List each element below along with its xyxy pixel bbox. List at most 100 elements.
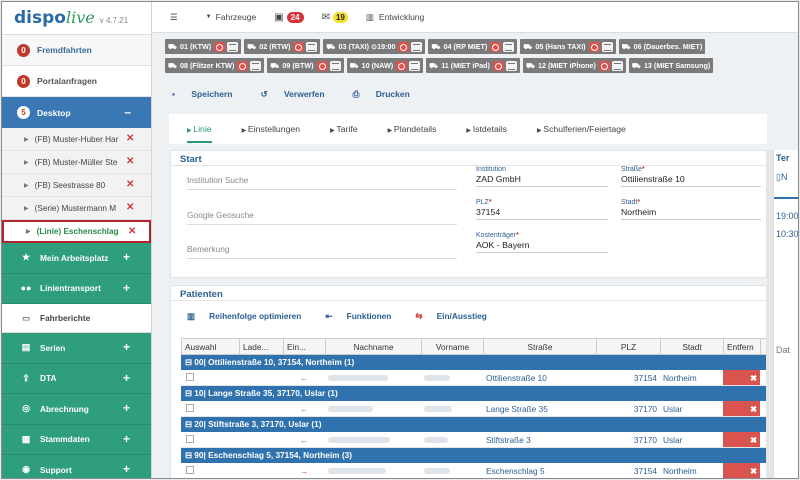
street-field[interactable]: Straße* Ottilienstraße 10 — [621, 166, 761, 187]
close-icon[interactable]: ✕ — [126, 134, 134, 144]
group-row[interactable]: ⊟ 20| Stiftstraße 3, 37170, Uslar (1) — [181, 417, 766, 432]
close-icon[interactable]: ✕ — [126, 203, 134, 213]
block-icon[interactable] — [588, 41, 600, 52]
vehicle-chip[interactable]: ⛟ 01 (KTW) — [165, 39, 242, 54]
column-header[interactable]: PLZ — [597, 339, 661, 354]
institution-search-input[interactable]: Institution Suche — [187, 175, 457, 190]
nav-fahrberichte[interactable]: ▭ Fahrberichte — [2, 304, 151, 333]
vehicle-chip[interactable]: ⛟ 08 (Flitzer KTW) — [165, 58, 265, 73]
payer-field[interactable]: Kostenträger* AOK - Bayern — [476, 232, 608, 253]
menu-icon[interactable] — [329, 60, 341, 71]
block-icon[interactable] — [237, 60, 249, 71]
row-checkbox[interactable] — [186, 372, 194, 381]
menu-icon[interactable] — [503, 41, 515, 52]
block-icon[interactable] — [316, 60, 328, 71]
tab-istdetails[interactable]: ▶ Istdetails — [466, 124, 507, 134]
optimize-order-button[interactable]: ▥ Reihenfolge optimieren — [187, 311, 313, 321]
collapse-icon[interactable]: ⊟ — [185, 419, 194, 429]
delete-row-button[interactable]: ✖ — [723, 401, 760, 416]
close-icon[interactable]: ✕ — [126, 180, 134, 190]
table-row[interactable]: ← Ottilienstraße 10 37154 Northeim ✖ — [181, 370, 766, 386]
nav-fremdfahrten[interactable]: 0 Fremdfahrten — [2, 35, 151, 66]
menu-icon[interactable] — [250, 60, 262, 71]
vehicle-chip[interactable]: ⛟ 06 (Dauerbes. MIET) — [618, 39, 706, 54]
group-row[interactable]: ⊟ 90| Eschenschlag 5, 37154, Northeim (3… — [181, 448, 766, 463]
vehicle-chip[interactable]: ⛟ 04 (RP MIET) — [428, 39, 518, 54]
save-button[interactable]: ▪ Speichern — [172, 89, 246, 99]
menu-icon[interactable] — [227, 41, 239, 52]
remark-input[interactable]: Bemerkung — [187, 244, 457, 259]
menu-icon[interactable] — [306, 41, 318, 52]
table-row[interactable]: → Eschenschlag 5 37154 Northeim ✖ — [181, 463, 766, 478]
alerts-button[interactable]: ▣ 24 — [274, 11, 304, 23]
tab-einstellungen[interactable]: ▶ Einstellungen — [242, 124, 300, 134]
collapse-icon[interactable]: – — [124, 106, 131, 118]
vehicle-chip[interactable]: ⛟ 05 (Hans TAXI) — [520, 39, 616, 54]
discard-button[interactable]: ↺ Verwerfen — [260, 89, 338, 100]
geo-search-input[interactable]: Google Geosuche — [187, 210, 457, 225]
vehicle-chip[interactable]: ⛟ 02 (RTW) — [244, 39, 321, 54]
vehicles-dropdown[interactable]: ▼ Fahrzeuge — [206, 12, 257, 22]
development-button[interactable]: ▥ Entwicklung — [366, 12, 424, 23]
column-header[interactable]: Vorname — [422, 339, 484, 354]
desktop-item[interactable]: ▶ (Serie) Mustermann M ✕ — [2, 197, 151, 220]
time-entry[interactable]: 10:30 — [774, 225, 798, 243]
block-icon[interactable] — [398, 41, 410, 52]
nav-portalanfragen[interactable]: 0 Portalanfragen — [2, 66, 151, 97]
block-icon[interactable] — [492, 60, 504, 71]
table-row[interactable]: ← Lange Straße 35 37170 Uslar ✖ — [181, 401, 766, 417]
close-icon[interactable]: ✕ — [126, 157, 134, 167]
block-icon[interactable] — [490, 41, 502, 52]
tab-tarife[interactable]: ▶ Tarife — [330, 124, 358, 134]
collapse-icon[interactable]: ⊟ — [185, 357, 194, 367]
nav-serien[interactable]: ▤ Serien + — [2, 333, 151, 364]
group-row[interactable]: ⊟ 00| Ottilienstraße 10, 37154, Northeim… — [181, 355, 766, 370]
messages-button[interactable]: ✉ 19 — [322, 11, 348, 23]
vehicle-chip[interactable]: ⛟ 03 (TAXI) ⊙19:00 — [323, 39, 426, 54]
time-entry[interactable]: 19:00 — [774, 197, 798, 225]
vehicle-chip[interactable]: ⛟ 11 (MIET iPad) — [426, 58, 520, 73]
delete-row-button[interactable]: ✖ — [723, 370, 760, 385]
menu-icon[interactable] — [601, 41, 613, 52]
boarding-button[interactable]: ⇆ Ein/Ausstieg — [415, 311, 499, 321]
vehicle-chip[interactable]: ⛟ 12 (MIET iPhone) — [522, 58, 626, 73]
collapse-icon[interactable]: ⊟ — [185, 388, 194, 398]
functions-button[interactable]: ⇤ Funktionen — [325, 311, 403, 321]
nav-stammdaten[interactable]: ▦ Stammdaten + — [2, 424, 151, 455]
table-row[interactable]: ← Stiftstraße 3 37170 Uslar ✖ — [181, 432, 766, 448]
city-field[interactable]: Stadt* Northeim — [621, 199, 761, 220]
hamburger-icon[interactable]: ☰ — [170, 12, 178, 23]
row-checkbox[interactable] — [186, 434, 194, 443]
institution-field[interactable]: Institution ZAD GmbH — [476, 166, 608, 187]
desktop-item[interactable]: ▶ (FB) Muster-Müller Ste ✕ — [2, 151, 151, 174]
vehicle-chip[interactable]: ⛟ 10 (NAW) — [346, 58, 424, 73]
block-icon[interactable] — [598, 60, 610, 71]
menu-icon[interactable] — [505, 60, 517, 71]
nav-dta[interactable]: ⇪ DTA + — [2, 363, 151, 394]
column-header[interactable]: Auswahl — [182, 339, 240, 354]
tab-linie[interactable]: ▶ Linie — [187, 124, 212, 143]
column-header[interactable]: Nachname — [326, 339, 422, 354]
column-header[interactable]: Straße — [484, 339, 597, 354]
desktop-item[interactable]: ▶ (FB) Seestrasse 80 ✕ — [2, 174, 151, 197]
block-icon[interactable] — [293, 41, 305, 52]
nav-abrechnung[interactable]: ◎ Abrechnung + — [2, 394, 151, 425]
close-icon[interactable]: ✕ — [128, 227, 136, 237]
block-icon[interactable] — [396, 60, 408, 71]
block-icon[interactable] — [214, 41, 226, 52]
column-header[interactable]: Entfern — [724, 339, 761, 354]
new-button[interactable]: ▯N — [774, 166, 798, 189]
nav-desktop[interactable]: 5 Desktop – — [2, 97, 151, 128]
nav-support[interactable]: ◉ Support + — [2, 455, 151, 478]
column-header[interactable]: Lade... — [240, 339, 284, 354]
row-checkbox[interactable] — [186, 465, 194, 474]
menu-icon[interactable] — [411, 41, 423, 52]
delete-row-button[interactable]: ✖ — [723, 432, 760, 447]
column-header[interactable]: Stadt — [661, 339, 724, 354]
plz-field[interactable]: PLZ* 37154 — [476, 199, 608, 220]
nav-mein-arbeitsplatz[interactable]: ★ Mein Arbeitsplatz + — [2, 243, 151, 274]
print-button[interactable]: ⎙ Drucken — [353, 89, 424, 100]
tab-schulferien[interactable]: ▶ Schulferien/Feiertage — [537, 124, 626, 134]
column-header[interactable]: Ein... — [284, 339, 326, 354]
tab-plandetails[interactable]: ▶ Plandetails — [388, 124, 437, 134]
